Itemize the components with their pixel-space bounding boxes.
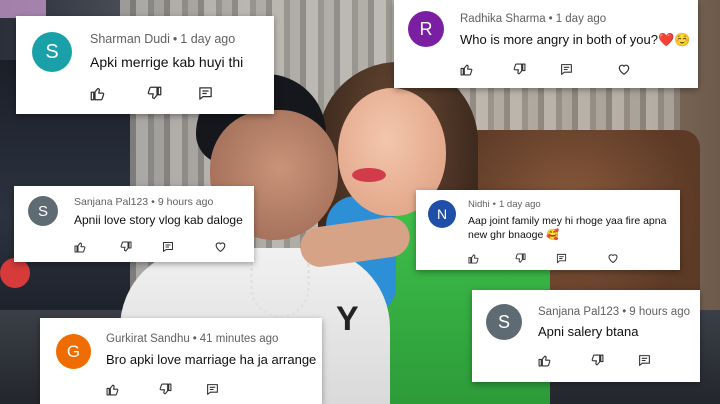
comment-icon[interactable] [206,383,219,396]
thumb-down-icon[interactable] [513,63,526,76]
comment-card: S Sanjana Pal123 • 9 hours ago Apnii love … [14,186,254,262]
comment-meta: Radhika Sharma • 1 day ago [460,13,606,25]
thumb-up-icon[interactable] [538,354,551,367]
comment-actions [106,383,219,396]
thumb-down-icon[interactable] [120,241,132,253]
author-name[interactable]: Gurkirat Sandhu [106,333,190,345]
comment-meta: Nidhi • 1 day ago [468,199,541,210]
author-name[interactable]: Radhika Sharma [460,13,546,25]
timestamp[interactable]: 9 hours ago [629,306,690,318]
separator: • [622,306,627,318]
author-name[interactable]: Sanjana Pal123 [538,306,619,318]
comment-text: Apni salery btana [538,324,639,339]
comment-actions [468,252,619,264]
comment-actions [74,240,227,253]
avatar-initial: S [37,202,48,220]
comment-icon[interactable] [556,253,567,264]
comment-text: Aap joint family mey hi rhoge yaa fire a… [468,214,666,242]
timestamp[interactable]: 1 day ago [556,13,607,25]
comment-card: G Gurkirat Sandhu • 41 minutes ago Bro apk… [40,318,322,404]
separator: • [151,196,155,208]
author-name[interactable]: Sharman Dudi [90,32,170,46]
separator: • [492,199,496,210]
red-object [0,258,30,288]
comment-text: Who is more angry in both of you?❤️☺️ [460,32,691,47]
comment-text: Bro apki love marriage ha ja arrange [106,352,317,367]
comment-text-line: Aap joint family mey hi rhoge yaa fire a… [468,215,667,227]
avatar-initial: R [419,18,433,39]
timestamp[interactable]: 1 day ago [180,32,235,46]
thumb-up-icon[interactable] [74,241,86,253]
comment-card: R Radhika Sharma • 1 day ago Who is more a… [394,0,698,88]
avatar[interactable]: S [32,32,72,72]
timestamp[interactable]: 9 hours ago [158,196,213,208]
thumb-down-icon[interactable] [147,86,162,101]
timestamp[interactable]: 1 day ago [499,199,541,210]
avatar-initial: G [66,341,81,361]
avatar[interactable]: S [486,304,522,340]
comment-icon[interactable] [560,63,573,76]
comment-card: S Sharman Dudi • 1 day ago Apki merrige ka… [16,16,274,114]
comment-meta: Sanjana Pal123 • 9 hours ago [538,306,690,318]
separator: • [192,333,197,345]
author-name[interactable]: Sanjana Pal123 [74,196,148,208]
comment-text: Apki merrige kab huyi thi [90,54,244,70]
comment-text-line: new ghr bnaoge 🥰 [468,229,560,241]
comment-meta: Gurkirat Sandhu • 41 minutes ago [106,333,278,345]
comment-actions [460,62,631,76]
separator: • [548,13,553,25]
comment-icon[interactable] [198,86,213,101]
avatar[interactable]: G [56,334,91,369]
avatar-initial: S [497,311,510,332]
comment-card: S Sanjana Pal123 • 9 hours ago Apni salery… [472,290,700,382]
comment-icon[interactable] [638,354,651,367]
comment-meta: Sharman Dudi • 1 day ago [90,32,235,46]
avatar[interactable]: N [428,200,456,228]
author-name[interactable]: Nidhi [468,199,490,210]
comment-actions [538,354,651,367]
comment-meta: Sanjana Pal123 • 9 hours ago [74,196,213,208]
heart-icon[interactable] [617,62,631,76]
avatar-initial: N [436,206,448,222]
separator: • [172,32,178,46]
thumb-down-icon[interactable] [591,354,604,367]
thumb-down-icon[interactable] [515,252,526,264]
comment-icon[interactable] [162,241,174,253]
thumb-up-icon[interactable] [460,63,473,76]
comment-card: N Nidhi • 1 day ago Aap joint family mey h… [416,190,680,270]
comment-actions [90,86,213,101]
smile [352,168,386,182]
avatar[interactable]: S [28,196,58,226]
thumb-up-icon[interactable] [106,383,119,396]
heart-icon[interactable] [607,252,619,264]
tshirt-print: Y [336,300,359,338]
thumb-up-icon[interactable] [468,253,479,264]
thumb-up-icon[interactable] [90,86,105,101]
avatar-initial: S [45,40,59,63]
heart-icon[interactable] [214,240,227,253]
thumb-down-icon[interactable] [159,383,172,396]
timestamp[interactable]: 41 minutes ago [200,333,279,345]
avatar[interactable]: R [408,11,444,47]
comment-text: Apnii love story vlog kab daloge [74,213,243,227]
